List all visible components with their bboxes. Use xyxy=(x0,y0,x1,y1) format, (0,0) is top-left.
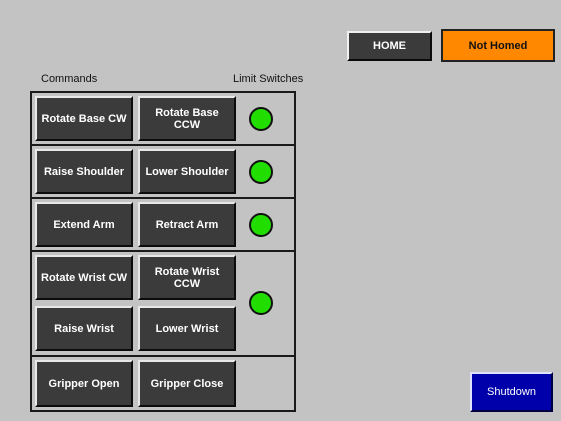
lower-wrist-button[interactable]: Lower Wrist xyxy=(138,306,236,351)
rotate-base-cw-button[interactable]: Rotate Base CW xyxy=(35,96,133,141)
extend-arm-button[interactable]: Extend Arm xyxy=(35,202,133,247)
retract-arm-button[interactable]: Retract Arm xyxy=(138,202,236,247)
limit-switches-heading: Limit Switches xyxy=(233,73,304,85)
robot-arm-control-panel: HOME Not Homed Commands Limit Switches R… xyxy=(0,0,561,421)
gripper-close-button[interactable]: Gripper Close xyxy=(138,360,236,407)
rotate-wrist-cw-button[interactable]: Rotate Wrist CW xyxy=(35,255,133,300)
raise-wrist-button[interactable]: Raise Wrist xyxy=(35,306,133,351)
row-divider xyxy=(32,144,294,146)
base-limit-switch-indicator xyxy=(249,107,273,131)
row-divider xyxy=(32,355,294,357)
shoulder-limit-switch-indicator xyxy=(249,160,273,184)
gripper-open-button[interactable]: Gripper Open xyxy=(35,360,133,407)
shutdown-button[interactable]: Shutdown xyxy=(470,372,553,412)
commands-panel: Rotate Base CW Rotate Base CCW Raise Sho… xyxy=(30,91,296,412)
commands-heading: Commands xyxy=(41,73,98,85)
raise-shoulder-button[interactable]: Raise Shoulder xyxy=(35,149,133,194)
wrist-limit-switch-indicator xyxy=(249,291,273,315)
home-button[interactable]: HOME xyxy=(347,31,432,61)
row-divider xyxy=(32,197,294,199)
row-divider xyxy=(32,250,294,252)
rotate-wrist-ccw-button[interactable]: Rotate Wrist CCW xyxy=(138,255,236,300)
rotate-base-ccw-button[interactable]: Rotate Base CCW xyxy=(138,96,236,141)
lower-shoulder-button[interactable]: Lower Shoulder xyxy=(138,149,236,194)
arm-limit-switch-indicator xyxy=(249,213,273,237)
homing-status-indicator: Not Homed xyxy=(441,29,555,62)
